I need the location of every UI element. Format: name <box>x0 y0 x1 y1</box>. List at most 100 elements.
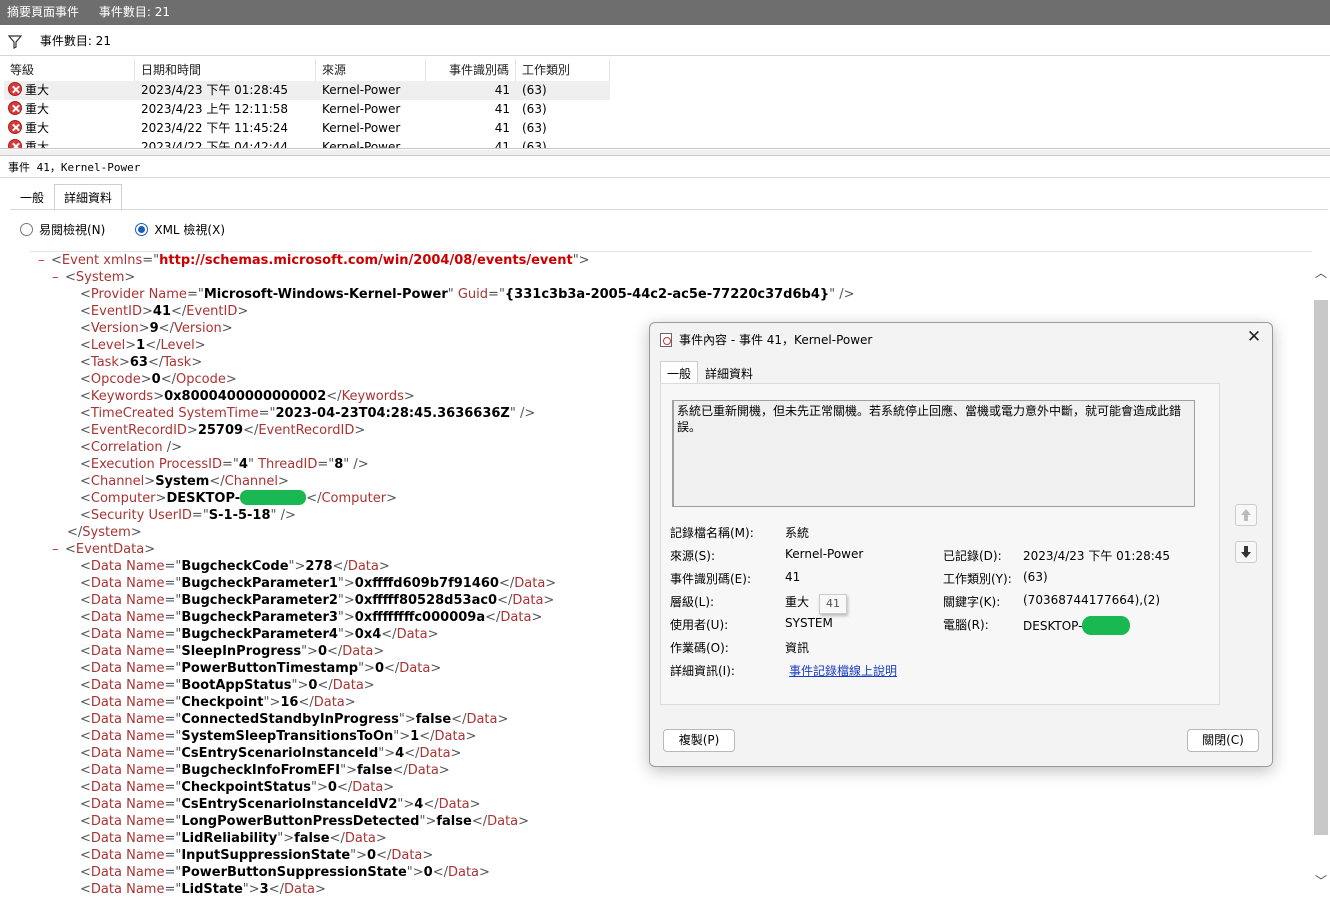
scroll-down-icon[interactable]: ﹀ <box>1313 873 1329 889</box>
xml-data-line: <Data Name="BugcheckCode">278</Data> <box>80 559 390 574</box>
online-help-link[interactable]: 事件記錄檔線上說明 <box>789 662 897 679</box>
filter-event-count: 事件數目: 21 <box>39 34 111 48</box>
xml-data-line: <Data Name="InputSuppressionState">0</Da… <box>80 848 434 863</box>
friendly-view-option[interactable]: 易閱檢視(N) <box>20 221 105 238</box>
column-header-datetime[interactable]: 日期和時間 <box>135 59 316 81</box>
close-icon[interactable]: ✕ <box>1244 327 1264 347</box>
opcode-value: 資訊 <box>785 641 810 655</box>
window-title: 摘要頁面事件 <box>7 5 80 19</box>
eventid-label: 事件識別碼(E): <box>670 572 751 586</box>
xml-data-line: <Data Name="ConnectedStandbyInProgress">… <box>80 712 509 727</box>
user-label: 使用者(U): <box>670 618 729 632</box>
xml-line: <Keywords>0x8000400000000002</Keywords> <box>80 389 415 404</box>
table-row[interactable]: 重大 2023/4/22 下午 11:45:24 Kernel-Power 41… <box>4 119 610 138</box>
collapse-icon[interactable]: – <box>52 541 65 558</box>
xml-data-line: <Data Name="SystemSleepTransitionsToOn">… <box>80 729 477 744</box>
xml-line: <Task>63</Task> <box>80 355 203 370</box>
scroll-up-icon[interactable]: ︿ <box>1313 265 1329 281</box>
close-button[interactable]: 關閉(C) <box>1187 729 1259 752</box>
xml-data-line: <Data Name="PowerButtonSuppressionState"… <box>80 865 490 880</box>
xml-data-line: <Data Name="LidReliability">false</Data> <box>80 831 387 846</box>
scrollbar-thumb[interactable] <box>1314 300 1328 835</box>
level-label: 層級(L): <box>670 595 715 609</box>
column-header-level[interactable]: 等級 <box>4 59 135 81</box>
xml-line: <EventRecordID>25709</EventRecordID> <box>80 423 366 438</box>
event-detail-title: 事件 41，Kernel-Power <box>8 161 141 174</box>
xml-line: <EventID>41</EventID> <box>80 304 249 319</box>
column-header-eventid[interactable]: 事件識別碼 <box>426 59 516 81</box>
xml-line: <Correlation /> <box>80 440 182 455</box>
xml-line: <Computer>DESKTOP- </Computer> <box>80 490 398 506</box>
xml-data-line: <Data Name="LidState">3</Data> <box>80 882 326 897</box>
xml-view-option[interactable]: XML 檢視(X) <box>135 221 225 238</box>
collapse-icon[interactable]: – <box>38 252 51 269</box>
arrow-down-icon <box>1241 545 1251 558</box>
xml-data-line: <Data Name="CheckpointStatus">0</Data> <box>80 780 395 795</box>
event-table: 等級 日期和時間 來源 事件識別碼 工作類別 重大 2023/4/23 下午 0… <box>0 57 1330 149</box>
previous-event-button[interactable] <box>1235 504 1257 526</box>
table-row[interactable]: 重大 2023/4/23 下午 01:28:45 Kernel-Power 41… <box>4 81 610 100</box>
task-label: 工作類別(Y): <box>943 572 1012 586</box>
xml-data-line: <Data Name="BugcheckParameter3">0xffffff… <box>80 610 543 625</box>
splitter[interactable] <box>0 150 1330 156</box>
source-label: 來源(S): <box>670 549 716 563</box>
table-row[interactable]: 重大 2023/4/22 下午 04:42:44 Kernel-Power 41… <box>4 138 610 148</box>
column-header-source[interactable]: 來源 <box>316 59 426 81</box>
xml-line: <Opcode>0</Opcode> <box>80 372 237 387</box>
source-value: Kernel-Power <box>785 547 864 561</box>
divider <box>10 209 1328 210</box>
collapse-icon[interactable]: – <box>52 269 65 286</box>
xml-line: </System> <box>67 525 142 540</box>
radio-friendly[interactable] <box>20 223 33 236</box>
window-event-count: 事件數目: 21 <box>98 5 170 19</box>
column-header-task[interactable]: 工作類別 <box>516 59 610 81</box>
xml-line: <TimeCreated SystemTime="2023-04-23T04:2… <box>80 406 536 421</box>
keywords-value: (70368744177664),(2) <box>1023 593 1161 607</box>
radio-xml[interactable] <box>135 223 149 236</box>
xml-data-line: <Data Name="BugcheckParameter4">0x4</Dat… <box>80 627 439 642</box>
log-name-value: 系統 <box>785 526 810 540</box>
task-value: (63) <box>1023 570 1048 584</box>
opcode-label: 作業碼(O): <box>670 641 729 655</box>
xml-data-line: <Data Name="BootAppStatus">0</Data> <box>80 678 375 693</box>
xml-data-line: <Data Name="CsEntryScenarioInstanceIdV2"… <box>80 797 481 812</box>
xml-data-line: <Data Name="BugcheckParameter2">0xfffff8… <box>80 593 555 608</box>
xml-line: – <Event xmlns="http://schemas.microsoft.… <box>38 252 590 269</box>
xml-line: <Version>9</Version> <box>80 321 233 336</box>
xml-line: <Security UserID="S-1-5-18" /> <box>80 508 296 523</box>
xml-data-line: <Data Name="CsEntryScenarioInstanceId">4… <box>80 746 462 761</box>
xml-data-line: <Data Name="LongPowerButtonPressDetected… <box>80 814 530 829</box>
level-value: 重大 <box>785 595 810 609</box>
moreinfo-label: 詳細資訊(I): <box>670 664 735 678</box>
arrow-up-icon <box>1241 508 1251 521</box>
tab-general[interactable]: 一般 <box>10 184 54 211</box>
xml-line: <Level>1</Level> <box>80 338 206 353</box>
xml-data-line: <Data Name="PowerButtonTimestamp">0</Dat… <box>80 661 442 676</box>
user-value: SYSTEM <box>785 616 833 630</box>
view-mode-group: 易閱檢視(N) XML 檢視(X) <box>20 221 225 238</box>
log-name-label: 記錄檔名稱(M): <box>670 526 754 540</box>
xml-line: <Channel>System</Channel> <box>80 474 289 489</box>
xml-data-line: <Data Name="BugcheckInfoFromEFI">false</… <box>80 763 450 778</box>
logged-value: 2023/4/23 下午 01:28:45 <box>1023 549 1171 563</box>
tab-details[interactable]: 詳細資料 <box>54 184 123 211</box>
logged-label: 已記錄(D): <box>943 549 1002 563</box>
event-description[interactable]: 系統已重新開機，但未先正常關機。若系統停止回應、當機或電力意外中斷，就可能會造成… <box>672 400 1195 507</box>
redaction-mark <box>1082 616 1131 635</box>
event-properties-dialog: 事件內容 - 事件 41，Kernel-Power ✕ 一般 詳細資料 系統已重… <box>649 322 1273 767</box>
next-event-button[interactable] <box>1235 541 1257 563</box>
eventid-value: 41 <box>785 570 801 584</box>
table-row[interactable]: 重大 2023/4/23 上午 12:11:58 Kernel-Power 41… <box>4 100 610 119</box>
copy-button[interactable]: 複製(P) <box>663 729 735 752</box>
xml-line: <Provider Name="Microsoft-Windows-Kernel… <box>80 287 855 302</box>
dialog-titlebar: 事件內容 - 事件 41，Kernel-Power <box>660 331 872 348</box>
xml-line: – <EventData> <box>52 541 156 558</box>
event-log-icon <box>660 333 672 347</box>
xml-data-line: <Data Name="Checkpoint">16</Data> <box>80 695 356 710</box>
error-icon <box>8 82 22 96</box>
xml-data-line: <Data Name="BugcheckParameter1">0xffffd6… <box>80 576 557 591</box>
keywords-label: 關鍵字(K): <box>943 595 1001 609</box>
tooltip: 41 <box>819 594 847 614</box>
computer-label: 電腦(R): <box>943 618 989 632</box>
filter-icon[interactable] <box>8 34 22 49</box>
